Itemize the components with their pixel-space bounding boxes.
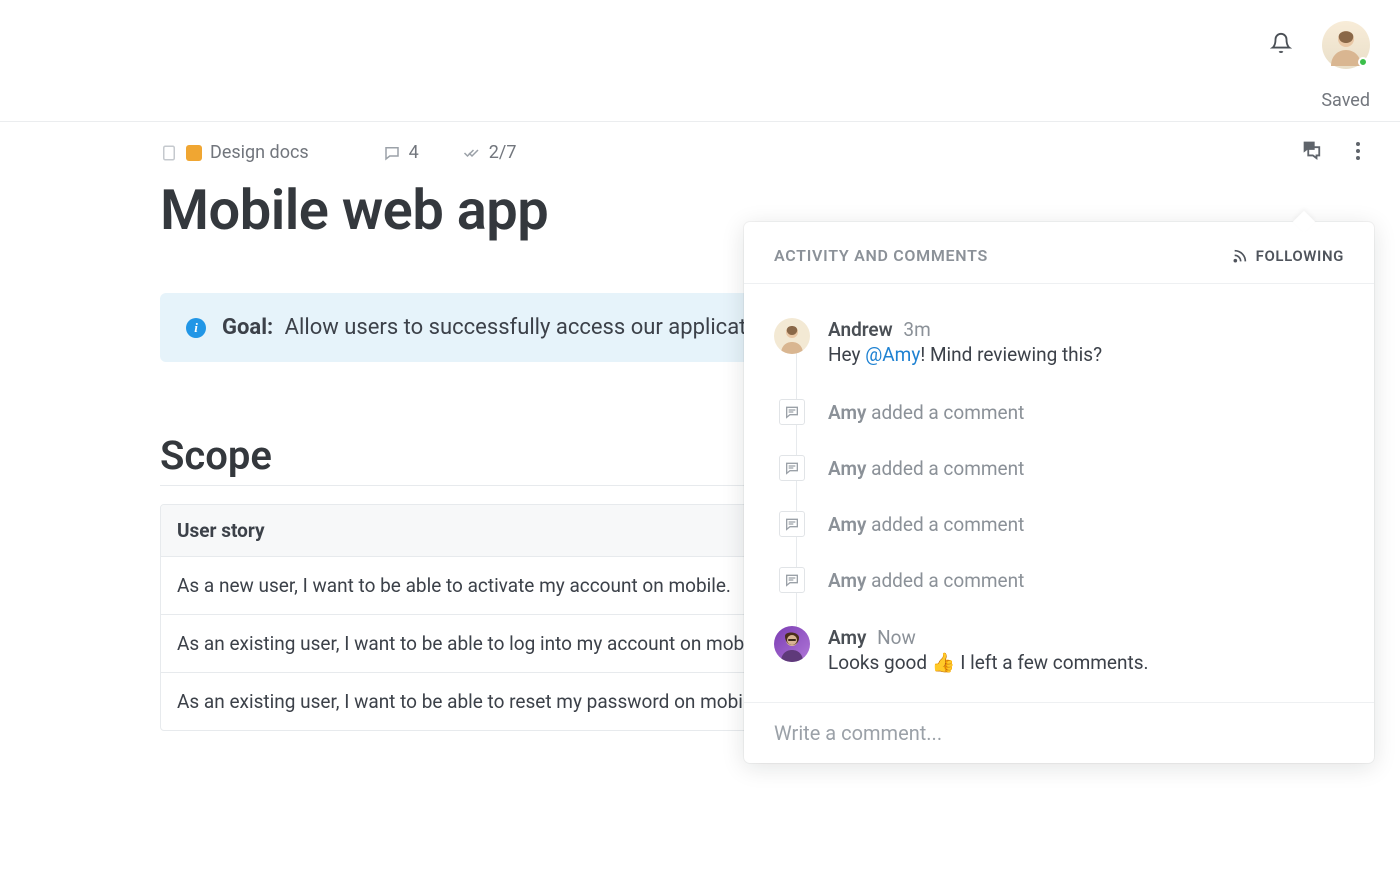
more-actions-button[interactable] [1356,141,1360,161]
document-icon [160,144,178,162]
activity-message: Hey @Amy! Mind reviewing this? [828,343,1102,366]
chat-icon [1300,138,1322,160]
comment-event-icon [774,394,810,430]
activity-event[interactable]: Amy added a comment [774,384,1344,440]
rss-icon [1232,248,1248,264]
activity-event[interactable]: Amy added a comment [774,496,1344,552]
event-action: added a comment [871,401,1024,424]
event-author: Amy [828,401,866,424]
activity-panel: ACTIVITY AND COMMENTS FOLLOWING Andrew 3… [744,222,1374,763]
event-author: Amy [828,457,866,480]
comment-count-value: 4 [409,142,419,163]
event-author: Amy [828,513,866,536]
goal-text: Goal: Allow users to successfully access… [222,315,764,340]
folder-icon [186,145,202,161]
event-action: added a comment [871,457,1024,480]
activity-comment[interactable]: Amy Now Looks good 👍 I left a few commen… [774,608,1344,678]
kebab-icon [1356,149,1360,153]
event-author: Amy [828,569,866,592]
checklist-progress[interactable]: 2/7 [463,142,517,163]
activity-author: Amy [828,626,866,649]
doc-meta: Design docs 4 2/7 [160,142,1400,163]
activity-message: Looks good 👍 I left a few comments. [828,651,1149,674]
panel-title: ACTIVITY AND COMMENTS [774,246,988,265]
comments-toggle-button[interactable] [1300,138,1322,164]
user-avatar[interactable] [1322,21,1370,69]
notifications-button[interactable] [1270,32,1292,58]
activity-comment[interactable]: Andrew 3m Hey @Amy! Mind reviewing this? [774,318,1344,384]
event-action: added a comment [871,513,1024,536]
activity-time: Now [877,626,916,649]
activity-event[interactable]: Amy added a comment [774,440,1344,496]
avatar [774,318,810,354]
goal-body: Allow users to successfully access our a… [279,315,764,340]
double-check-icon [463,144,481,162]
activity-time: 3m [903,318,930,341]
comment-count[interactable]: 4 [383,142,419,163]
comment-icon [383,144,401,162]
avatar [774,626,810,662]
activity-event[interactable]: Amy added a comment [774,552,1344,608]
goal-label: Goal: [222,315,273,340]
activity-author: Andrew [828,318,893,341]
save-status: Saved [0,90,1400,121]
comment-input-area[interactable]: Write a comment... [744,702,1374,763]
app-header [0,0,1400,90]
info-icon: i [186,318,206,338]
doc-actions [1300,138,1360,164]
panel-body: Andrew 3m Hey @Amy! Mind reviewing this?… [744,284,1374,702]
following-label: FOLLOWING [1256,247,1344,265]
presence-online-icon [1358,57,1368,67]
breadcrumb[interactable]: Design docs [160,142,309,163]
comment-event-icon [774,506,810,542]
comment-event-icon [774,562,810,598]
mention[interactable]: @Amy [865,343,920,366]
event-action: added a comment [871,569,1024,592]
checklist-value: 2/7 [489,142,517,163]
following-toggle[interactable]: FOLLOWING [1232,247,1344,265]
breadcrumb-label: Design docs [210,142,309,163]
panel-header: ACTIVITY AND COMMENTS FOLLOWING [744,222,1374,284]
bell-icon [1270,32,1292,54]
comment-input[interactable]: Write a comment... [774,721,1344,745]
comment-event-icon [774,450,810,486]
header-divider [0,121,1400,122]
